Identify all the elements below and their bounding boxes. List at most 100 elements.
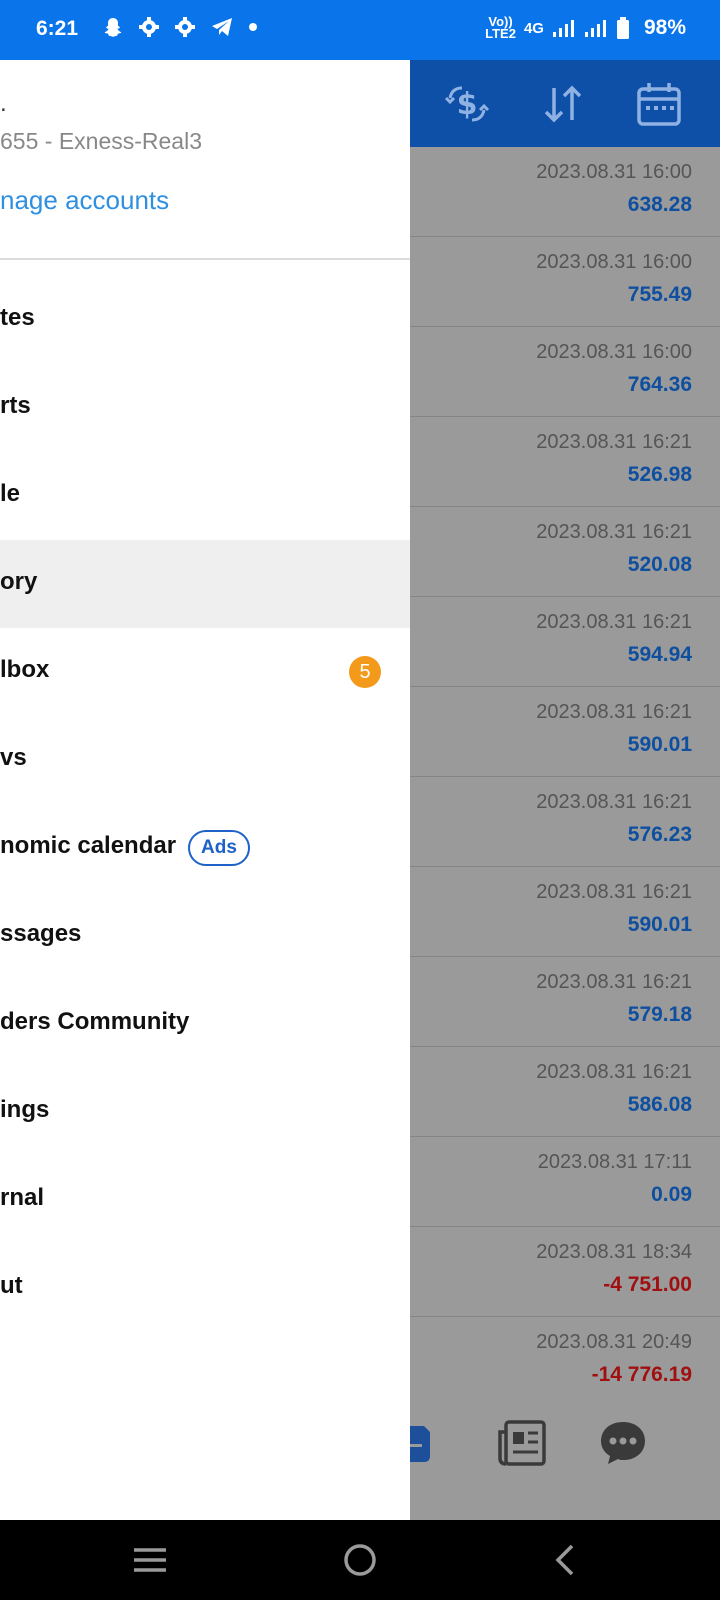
menu-item-label: lbox [0,656,50,683]
battery-percent: 98% [643,16,686,39]
navigation-bar [0,1520,720,1600]
status-time: 6:21 [36,17,79,40]
deal-date: 2023.08.31 16:21 [536,881,692,903]
messages-icon[interactable] [598,1418,648,1468]
menu-item[interactable]: nomic calendar Ads [0,804,410,892]
menu-item[interactable]: ut [0,1244,410,1332]
account-server: 655 - Exness-Real3 [0,128,202,154]
table-row[interactable]: 2023.08.31 16:21 576.23 [410,777,720,867]
system-status: Vo)) LTE2 4G 98% [485,15,686,41]
table-row[interactable]: 2023.08.31 17:11 0.09 [410,1137,720,1227]
menu-item[interactable]: ory [0,540,410,628]
calendar-icon[interactable] [634,80,684,128]
deal-date: 2023.08.31 16:21 [536,611,692,633]
table-row[interactable]: 2023.08.31 16:21 526.98 [410,417,720,507]
notification-count-badge: 5 [349,656,381,688]
gear-icon [139,17,159,37]
dot-icon [249,23,257,31]
table-row[interactable]: 2023.08.31 16:21 590.01 [410,687,720,777]
deal-date: 2023.08.31 16:21 [536,521,692,543]
menu-item-label: ory [0,568,38,595]
menu-item-label: ings [0,1096,50,1123]
status-bar: 6:21 Vo)) LTE2 4G 98% [0,0,720,60]
telegram-icon [212,18,232,36]
deal-date: 2023.08.31 16:21 [536,1061,692,1083]
signal-icon [552,20,574,37]
menu-item[interactable]: rnal [0,1156,410,1244]
currency-exchange-icon[interactable]: $ [442,80,492,128]
deal-date: 2023.08.31 16:21 [536,791,692,813]
deal-date: 2023.08.31 18:34 [536,1241,692,1263]
menu-item-label: ut [0,1272,23,1299]
deal-date: 2023.08.31 16:00 [536,341,692,363]
volte-indicator: Vo)) LTE2 [485,15,516,41]
table-row[interactable]: 2023.08.31 16:00 764.36 [410,327,720,417]
menu-item-label: rnal [0,1184,45,1211]
menu-item-label: ders Community [0,1008,190,1035]
lte2-label: LTE2 [485,26,516,41]
menu-item-label: vs [0,744,27,771]
menu-item-label: tes [0,304,35,331]
menu-item[interactable]: ders Community [0,980,410,1068]
home-icon[interactable] [330,1540,390,1580]
snapchat-icon [104,18,122,37]
navigation-drawer: . 655 - Exness-Real3 nage accounts tes rt… [0,60,410,1520]
deal-amount: 590.01 [627,733,692,756]
table-row[interactable]: 2023.08.31 18:34 -4 751.00 [410,1227,720,1317]
network-type: 4G [523,19,544,37]
menu-item[interactable]: ssages [0,892,410,980]
table-row[interactable]: 2023.08.31 20:49 -14 776.19 [410,1317,720,1407]
history-screen: $ 2023.08.31 16:00 638.28 2023.08.31 16:00… [404,60,720,1520]
signal-icon [584,20,606,37]
menu-item[interactable]: lbox 5 [0,628,410,716]
menu-item-label: ssages [0,920,82,947]
deal-amount: -4 751.00 [603,1273,692,1296]
deal-amount: 520.08 [627,553,692,576]
bottom-tab-bar [404,1400,720,1520]
deal-amount: 590.01 [627,913,692,936]
deal-date: 2023.08.31 16:21 [536,701,692,723]
deal-amount: 638.28 [627,193,692,216]
back-icon[interactable] [536,1540,596,1580]
divider [0,258,410,260]
ads-badge: Ads [188,830,250,866]
table-row[interactable]: 2023.08.31 16:21 579.18 [410,957,720,1047]
menu-item-label: rts [0,392,31,419]
menu-item-label: nomic calendar [0,832,177,859]
deal-date: 2023.08.31 16:21 [536,431,692,453]
deal-date: 2023.08.31 17:11 [537,1151,692,1173]
table-row[interactable]: 2023.08.31 16:21 594.94 [410,597,720,687]
table-row[interactable]: 2023.08.31 16:00 755.49 [410,237,720,327]
svg-text:$: $ [457,87,478,122]
menu-item[interactable]: vs [0,716,410,804]
deal-amount: 579.18 [627,1003,692,1026]
menu-item[interactable]: rts [0,364,410,452]
deal-date: 2023.08.31 16:00 [536,161,692,183]
menu-item[interactable]: le [0,452,410,540]
table-row[interactable]: 2023.08.31 16:21 590.01 [410,867,720,957]
menu-item[interactable]: ings [0,1068,410,1156]
table-row[interactable]: 2023.08.31 16:00 638.28 [410,147,720,237]
notification-icons [102,16,258,38]
battery-icon [616,17,629,39]
deal-date: 2023.08.31 20:49 [536,1331,692,1353]
deal-amount: 594.94 [627,643,692,666]
sort-icon[interactable] [538,80,588,128]
gear-icon [175,17,195,37]
table-row[interactable]: 2023.08.31 16:21 520.08 [410,507,720,597]
manage-accounts-link[interactable]: nage accounts [0,185,169,216]
menu-item[interactable]: tes [0,276,410,364]
deal-amount: 586.08 [627,1093,692,1116]
news-icon[interactable] [498,1418,548,1468]
table-row[interactable]: 2023.08.31 16:21 586.08 [410,1047,720,1137]
deal-amount: 764.36 [627,373,692,396]
top-toolbar: $ [410,60,720,147]
recent-apps-icon[interactable] [120,1540,180,1580]
deal-amount: 755.49 [627,283,692,306]
menu-item-label: le [0,480,21,507]
deal-amount: 576.23 [627,823,692,846]
account-name: . [0,90,7,117]
deal-amount: 0.09 [651,1183,692,1206]
deal-amount: 526.98 [627,463,692,486]
deal-date: 2023.08.31 16:21 [536,971,692,993]
